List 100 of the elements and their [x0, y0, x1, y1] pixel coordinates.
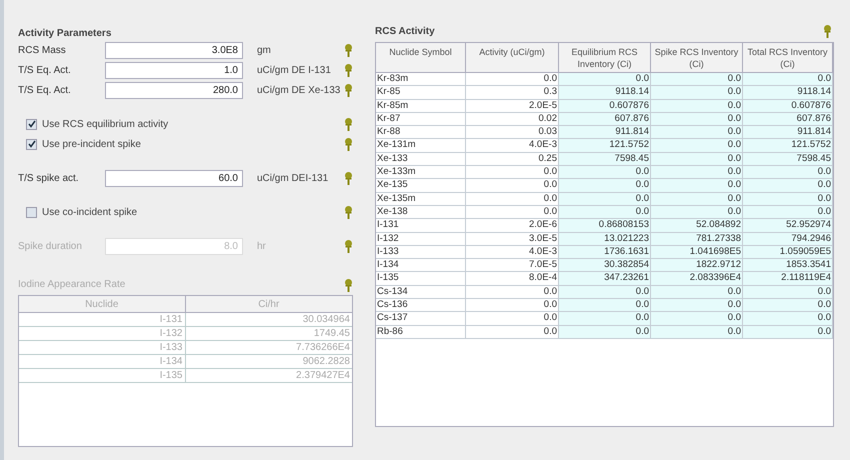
unit-label: uCi/gm DE I-131 — [257, 64, 332, 78]
table-cell: 121.5752 — [559, 139, 651, 153]
table-cell: 2.0E-6 — [466, 219, 559, 233]
table-cell: 0.0 — [466, 286, 559, 300]
table-cell: Xe-133 — [376, 152, 466, 166]
checkbox[interactable] — [26, 138, 37, 150]
table-cell: 0.0 — [743, 286, 833, 300]
table-cell: 1749.45 — [186, 327, 352, 341]
table-cell: 0.0 — [559, 286, 651, 300]
table-cell: I-133 — [19, 341, 186, 355]
table-cell: 0.0 — [651, 312, 743, 326]
input-field[interactable]: 60.0 — [105, 170, 243, 186]
pin-icon[interactable] — [344, 118, 353, 130]
table-cell: 8.0E-4 — [466, 272, 559, 286]
unit-label: uCi/gm DEI-131 — [257, 172, 330, 186]
table-cell: Kr-88 — [376, 126, 466, 140]
table-cell: 7598.45 — [559, 152, 651, 166]
table-cell: 52.952974 — [743, 219, 833, 233]
table-cell: 1736.1631 — [559, 246, 651, 260]
table-cell: I-134 — [376, 259, 466, 272]
column-header: Spike RCS Inventory (Ci) — [651, 43, 743, 73]
table-cell: 0.0 — [466, 179, 559, 193]
table-cell: 0.0 — [466, 326, 559, 339]
column-header: Equilibrium RCS Inventory (Ci) — [559, 43, 651, 73]
table-cell: 0.0 — [651, 166, 743, 180]
table-cell: 0.0 — [743, 192, 833, 206]
table-cell: 0.0 — [559, 326, 651, 339]
table-cell: 0.0 — [743, 299, 833, 312]
table-cell: 0.86808153 — [559, 219, 651, 233]
checkbox-label: Use co-incident spike — [42, 206, 138, 220]
column-header: Activity (uCi/gm) — [466, 43, 559, 73]
table-cell: I-131 — [19, 313, 186, 327]
table-cell: 2.118119E4 — [743, 272, 833, 286]
table-cell: 607.876 — [743, 112, 833, 126]
table-cell: 0.0 — [466, 73, 559, 86]
unit-label: uCi/gm DE Xe-133 — [257, 84, 342, 98]
table-cell: 0.607876 — [559, 100, 651, 113]
table-cell: 0.0 — [559, 192, 651, 206]
input-field[interactable]: 3.0E8 — [105, 42, 243, 58]
field-label: T/S Eq. Act. — [18, 84, 72, 98]
table-cell: I-131 — [376, 219, 466, 233]
table-cell: 607.876 — [559, 112, 651, 126]
table-cell: Kr-85 — [376, 86, 466, 100]
table-cell: Cs-134 — [376, 286, 466, 300]
pin-icon[interactable] — [344, 172, 353, 184]
pin-icon[interactable] — [344, 84, 353, 96]
table-cell: 2.0E-5 — [466, 100, 559, 113]
pin-icon[interactable] — [344, 44, 353, 56]
table-cell: 0.0 — [651, 86, 743, 100]
table-cell: 0.0 — [466, 312, 559, 326]
section-title: Activity Parameters — [18, 27, 112, 40]
table-cell: Cs-136 — [376, 299, 466, 312]
table-cell: 7.736266E4 — [186, 341, 352, 355]
table-cell: 121.5752 — [743, 139, 833, 153]
table-cell: 0.0 — [651, 73, 743, 86]
checkbox-label: Use RCS equilibrium activity — [42, 118, 170, 132]
table-cell: Kr-83m — [376, 73, 466, 86]
pin-icon[interactable] — [344, 206, 353, 218]
table-cell: 52.084892 — [651, 219, 743, 233]
table-cell: 0.0 — [743, 166, 833, 180]
table-cell: 1853.3541 — [743, 259, 833, 272]
table-cell: 0.607876 — [743, 100, 833, 113]
pin-icon[interactable] — [344, 279, 353, 292]
table-cell: 0.03 — [466, 126, 559, 140]
table-cell: 2.379427E4 — [186, 369, 352, 383]
unit-label: hr — [257, 240, 267, 254]
table-cell: 0.0 — [651, 286, 743, 300]
pin-icon[interactable] — [344, 64, 353, 76]
table-cell: 794.2946 — [743, 232, 833, 246]
table-cell: 347.23261 — [559, 272, 651, 286]
table-cell: 0.0 — [651, 112, 743, 126]
table-cell: 13.021223 — [559, 232, 651, 246]
table-cell: 911.814 — [743, 126, 833, 140]
table-cell: Xe-133m — [376, 166, 466, 180]
table-cell: 1822.9712 — [651, 259, 743, 272]
table-cell: 0.3 — [466, 86, 559, 100]
column-header: Total RCS Inventory (Ci) — [743, 43, 833, 73]
table-cell: 0.0 — [651, 179, 743, 193]
field-label: RCS Mass — [18, 44, 67, 58]
checkbox[interactable] — [26, 118, 37, 130]
table-cell: 0.0 — [651, 299, 743, 312]
input-field[interactable]: 280.0 — [105, 82, 243, 98]
pin-icon[interactable] — [823, 24, 832, 38]
input-field[interactable]: 1.0 — [105, 62, 243, 78]
pin-icon[interactable] — [344, 138, 353, 150]
table-cell: 0.0 — [651, 100, 743, 113]
table-cell: 1.059059E5 — [743, 246, 833, 260]
column-header: Nuclide — [19, 296, 186, 313]
column-header: Ci/hr — [186, 296, 352, 313]
table-cell: 0.0 — [651, 152, 743, 166]
table-cell: 0.02 — [466, 112, 559, 126]
table-cell: 9062.2828 — [186, 355, 352, 369]
table-cell: 0.0 — [559, 166, 651, 180]
field-label: T/S Eq. Act. — [18, 64, 72, 78]
table-cell: 0.0 — [559, 312, 651, 326]
table-cell: 0.0 — [743, 179, 833, 193]
table-cell: 0.0 — [466, 166, 559, 180]
table-cell: I-132 — [19, 327, 186, 341]
table-cell: 0.0 — [743, 312, 833, 326]
checkbox[interactable] — [26, 206, 37, 218]
